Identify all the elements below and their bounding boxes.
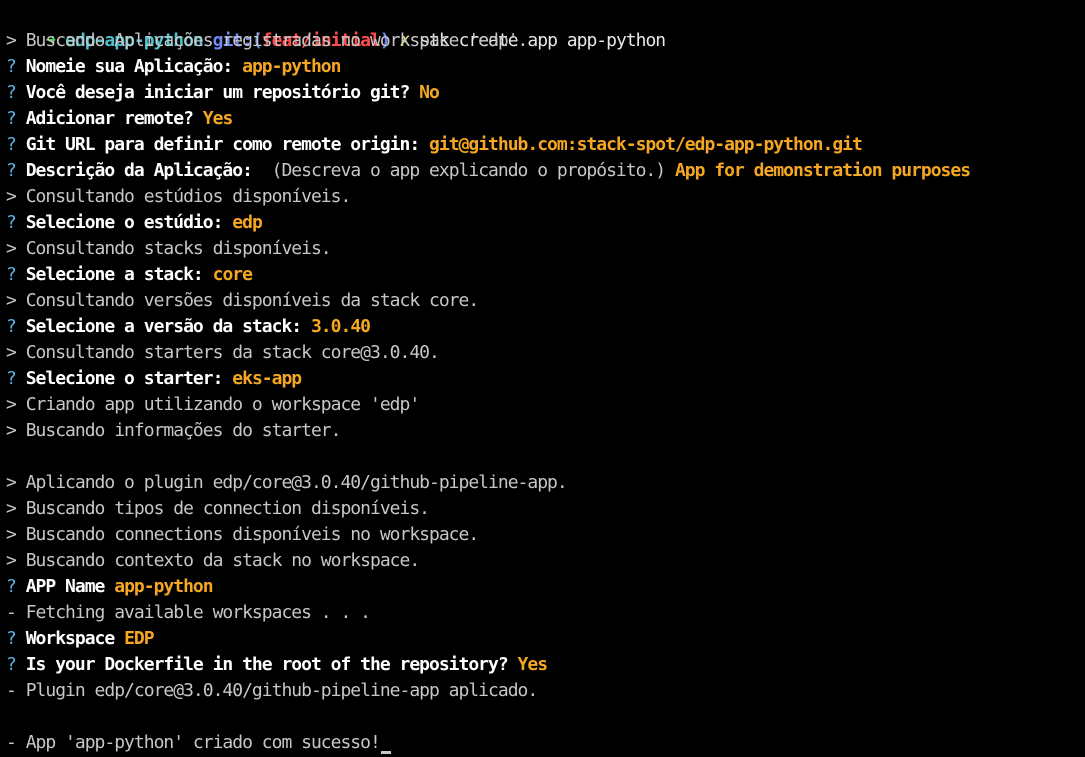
line-text: Buscando informações do starter. bbox=[25, 420, 342, 441]
line-text: Buscando Aplicações registradas no works… bbox=[25, 30, 529, 51]
prompt-question-line: ? Descrição da Aplicação: (Descreva o ap… bbox=[6, 158, 1085, 184]
line-text: Consultando stacks disponíveis. bbox=[25, 238, 332, 259]
line-text: Fetching available workspaces . . . bbox=[25, 602, 371, 623]
question-answer: App for demonstration purposes bbox=[674, 160, 971, 181]
info-line: > Consultando starters da stack core@3.0… bbox=[6, 340, 1085, 366]
status-line: - Plugin edp/core@3.0.40/github-pipeline… bbox=[6, 678, 1085, 704]
question-text: Selecione a stack: bbox=[25, 264, 204, 285]
info-line: > Buscando connections disponíveis no wo… bbox=[6, 522, 1085, 548]
question-marker: ? bbox=[6, 576, 17, 597]
question-text: Selecione o starter: bbox=[25, 368, 224, 389]
info-line: > Buscando informações do starter. bbox=[6, 418, 1085, 444]
line-text: Aplicando o plugin edp/core@3.0.40/githu… bbox=[25, 472, 568, 493]
question-answer: Yes bbox=[202, 108, 233, 129]
info-line: > Consultando versões disponíveis da sta… bbox=[6, 288, 1085, 314]
prompt-question-line: ? Git URL para definir como remote origi… bbox=[6, 132, 1085, 158]
question-answer: EDP bbox=[124, 628, 154, 649]
shell-prompt-line: ➜ edp-app-python git:(feat/initial) ✗ st… bbox=[6, 2, 1085, 51]
line-marker: > bbox=[6, 498, 17, 519]
question-marker: ? bbox=[6, 628, 17, 649]
line-marker: > bbox=[6, 30, 17, 51]
prompt-question-line: ? Você deseja iniciar um repositório git… bbox=[6, 80, 1085, 106]
question-answer: No bbox=[419, 82, 440, 103]
question-answer: 3.0.40 bbox=[310, 316, 371, 337]
question-answer: app-python bbox=[114, 576, 213, 597]
line-marker: > bbox=[6, 394, 17, 415]
info-line: > Consultando stacks disponíveis. bbox=[6, 236, 1085, 262]
line-marker: - bbox=[6, 602, 17, 623]
question-text: Selecione a versão da stack: bbox=[25, 316, 302, 337]
prompt-question-line: ? Selecione o estúdio: edp bbox=[6, 210, 1085, 236]
line-marker: > bbox=[6, 238, 17, 259]
line-text: Plugin edp/core@3.0.40/github-pipeline-a… bbox=[25, 680, 539, 701]
info-line: > Aplicando o plugin edp/core@3.0.40/git… bbox=[6, 470, 1085, 496]
info-line: > Consultando estúdios disponíveis. bbox=[6, 184, 1085, 210]
question-text: Nomeie sua Aplicação: bbox=[25, 56, 234, 77]
line-marker: - bbox=[6, 680, 17, 701]
prompt-question-line: ? Selecione a stack: core bbox=[6, 262, 1085, 288]
line-text: App 'app-python' criado com sucesso! bbox=[25, 732, 381, 753]
info-line: > Criando app utilizando o workspace 'ed… bbox=[6, 392, 1085, 418]
question-marker: ? bbox=[6, 316, 17, 337]
question-marker: ? bbox=[6, 212, 17, 233]
prompt-question-line: ? Selecione a versão da stack: 3.0.40 bbox=[6, 314, 1085, 340]
terminal-window[interactable]: ➜ edp-app-python git:(feat/initial) ✗ st… bbox=[0, 0, 1085, 757]
status-line: - Fetching available workspaces . . . bbox=[6, 600, 1085, 626]
prompt-question-line: ? Workspace EDP bbox=[6, 626, 1085, 652]
line-marker: > bbox=[6, 420, 17, 441]
line-marker: > bbox=[6, 290, 17, 311]
question-marker: ? bbox=[6, 368, 17, 389]
question-marker: ? bbox=[6, 82, 17, 103]
line-text: Criando app utilizando o workspace 'edp' bbox=[25, 394, 420, 415]
line-marker: > bbox=[6, 472, 17, 493]
prompt-question-line: ? Is your Dockerfile in the root of the … bbox=[6, 652, 1085, 678]
question-marker: ? bbox=[6, 654, 17, 675]
question-text: Is your Dockerfile in the root of the re… bbox=[25, 654, 509, 675]
question-marker: ? bbox=[6, 264, 17, 285]
question-answer: app-python bbox=[242, 56, 341, 77]
line-marker: - bbox=[6, 732, 17, 753]
question-text: Workspace bbox=[25, 628, 116, 649]
question-text: Selecione o estúdio: bbox=[25, 212, 224, 233]
line-text: Buscando contexto da stack no workspace. bbox=[25, 550, 420, 571]
prompt-question-line: ? Adicionar remote? Yes bbox=[6, 106, 1085, 132]
question-text: Adicionar remote? bbox=[25, 108, 194, 129]
prompt-question-line: ? Nomeie sua Aplicação: app-python bbox=[6, 54, 1085, 80]
prompt-question-line: ? APP Name app-python bbox=[6, 574, 1085, 600]
question-answer: edp bbox=[232, 212, 262, 233]
question-answer: core bbox=[212, 264, 253, 285]
line-text: Consultando starters da stack core@3.0.4… bbox=[25, 342, 440, 363]
text-cursor bbox=[380, 751, 391, 754]
question-marker: ? bbox=[6, 56, 17, 77]
question-hint: (Descreva o app explicando o propósito.) bbox=[271, 160, 666, 181]
question-text: Descrição da Aplicação: bbox=[25, 160, 253, 181]
info-line: > Buscando contexto da stack no workspac… bbox=[6, 548, 1085, 574]
line-text: Buscando tipos de connection disponíveis… bbox=[25, 498, 430, 519]
line-text: Consultando estúdios disponíveis. bbox=[25, 186, 352, 207]
question-answer: eks-app bbox=[232, 368, 302, 389]
terminal-output: > Buscando Aplicações registradas no wor… bbox=[6, 28, 1085, 756]
prompt-question-line: ? Selecione o starter: eks-app bbox=[6, 366, 1085, 392]
question-text: Você deseja iniciar um repositório git? bbox=[25, 82, 411, 103]
question-text: APP Name bbox=[25, 576, 106, 597]
question-text: Git URL para definir como remote origin: bbox=[25, 134, 420, 155]
line-text: Buscando connections disponíveis no work… bbox=[25, 524, 479, 545]
line-marker: > bbox=[6, 342, 17, 363]
line-marker: > bbox=[6, 186, 17, 207]
line-marker: > bbox=[6, 524, 17, 545]
question-marker: ? bbox=[6, 160, 17, 181]
question-marker: ? bbox=[6, 134, 17, 155]
line-text: Consultando versões disponíveis da stack… bbox=[25, 290, 479, 311]
info-line: > Buscando tipos de connection disponíve… bbox=[6, 496, 1085, 522]
status-line: - App 'app-python' criado com sucesso! bbox=[6, 730, 1085, 756]
question-answer: git@github.com:stack-spot/edp-app-python… bbox=[429, 134, 863, 155]
question-answer: Yes bbox=[517, 654, 548, 675]
question-marker: ? bbox=[6, 108, 17, 129]
line-marker: > bbox=[6, 550, 17, 571]
